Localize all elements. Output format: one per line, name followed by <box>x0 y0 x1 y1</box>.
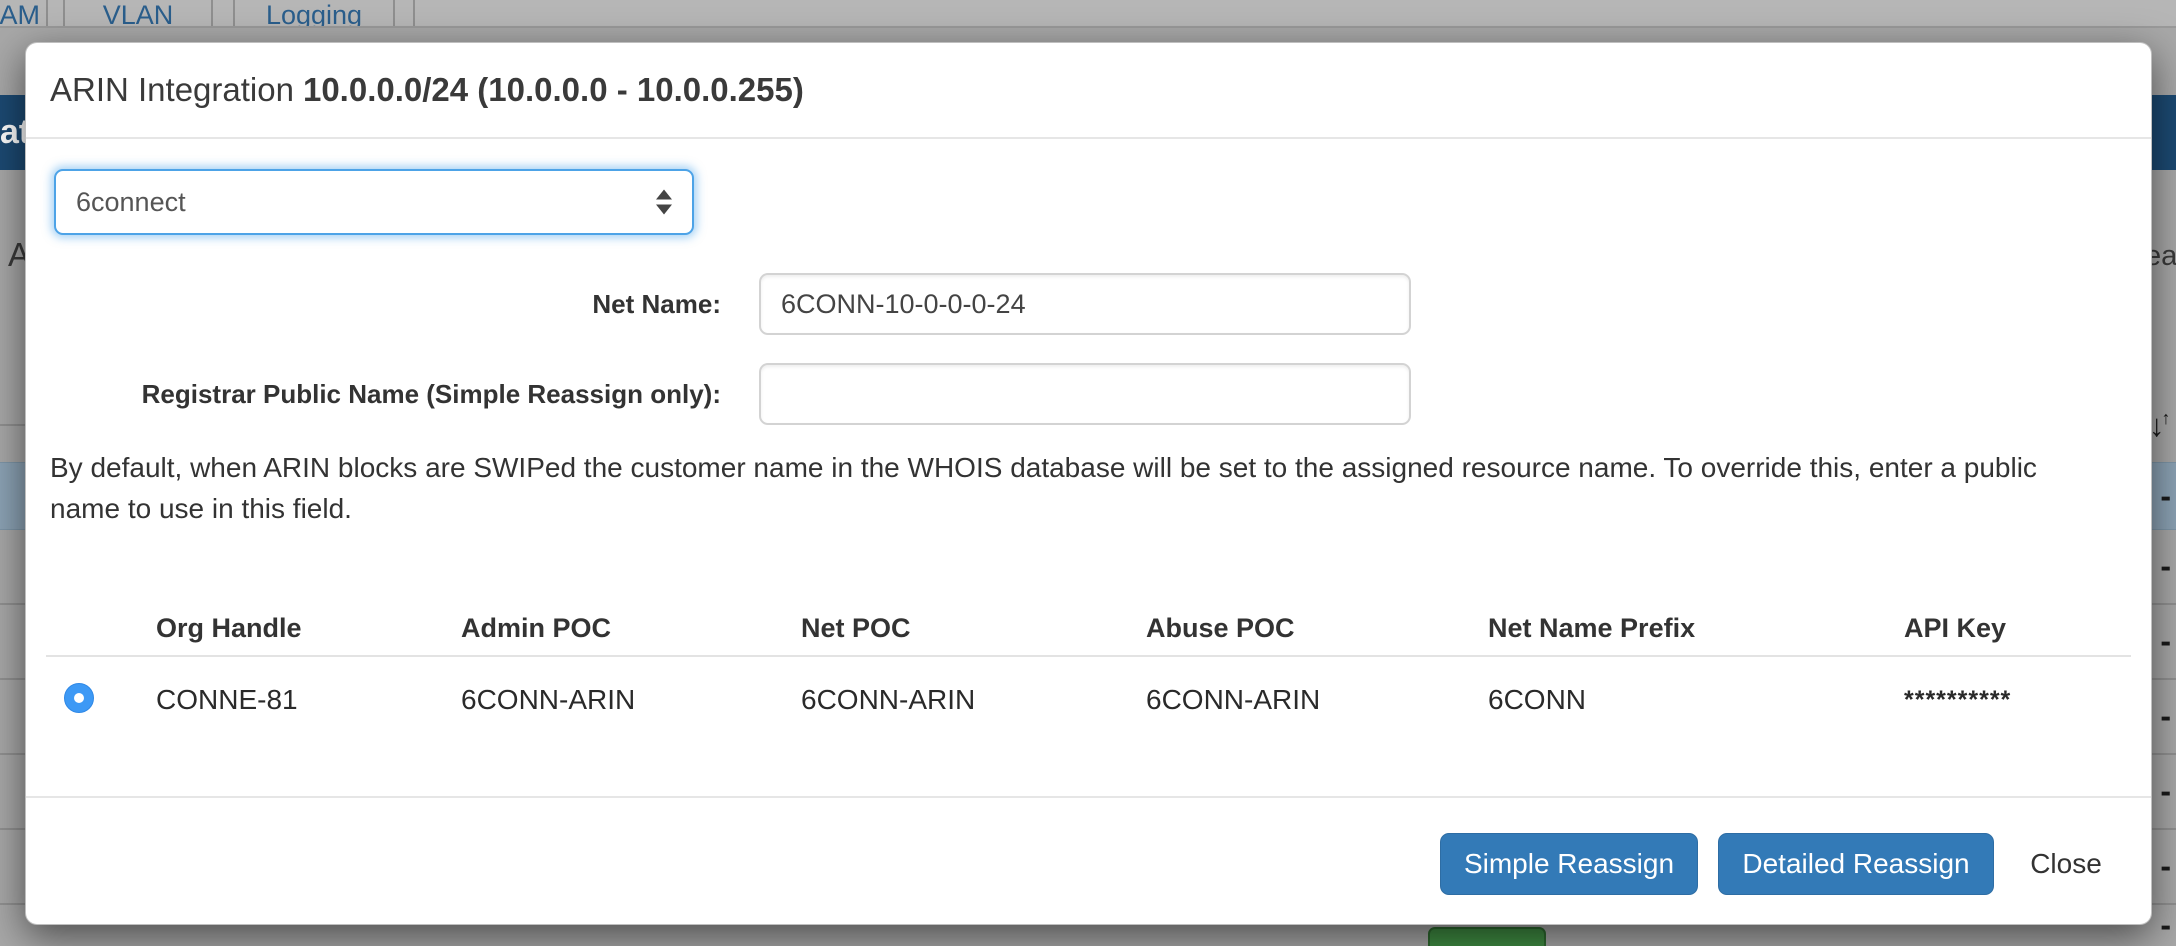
column-header-net-poc: Net POC <box>801 613 911 644</box>
net-name-label: Net Name: <box>176 273 721 335</box>
cell-dash: - <box>2160 463 2171 529</box>
cell-admin-poc: 6CONN-ARIN <box>461 679 635 721</box>
modal-title: ARIN Integration <box>50 71 294 108</box>
column-header-org-handle: Org Handle <box>156 613 302 644</box>
org-row-radio[interactable] <box>64 683 94 713</box>
cell-org-handle: CONNE-81 <box>156 679 298 721</box>
swip-description-text: By default, when ARIN blocks are SWIPed … <box>50 447 2080 529</box>
cell-api-key-masked: ********** <box>1904 679 2011 721</box>
tab-separator <box>413 0 415 26</box>
modal-header: ARIN Integration10.0.0.0/24 (10.0.0.0 - … <box>26 43 2151 139</box>
triangle-down-icon <box>656 205 672 215</box>
integration-select-value: 6connect <box>76 187 186 217</box>
simple-reassign-button[interactable]: Simple Reassign <box>1440 833 1698 895</box>
arrow-up-icon: ↑ <box>2162 408 2171 428</box>
modal-title-subnet: 10.0.0.0/24 (10.0.0.0 - 10.0.0.255) <box>303 71 804 108</box>
cell-net-poc: 6CONN-ARIN <box>801 679 975 721</box>
tab-ipam[interactable]: AM <box>0 0 48 26</box>
cell-dash: - <box>2160 830 2171 903</box>
cell-net-name-prefix: 6CONN <box>1488 679 1586 721</box>
cell-dash: - <box>2160 905 2171 946</box>
registrar-public-name-input[interactable] <box>759 363 1411 425</box>
background-tab-bar: AM VLAN Logging <box>0 0 2176 28</box>
tab-logging[interactable]: Logging <box>233 0 395 26</box>
column-header-net-name-prefix: Net Name Prefix <box>1488 613 1695 644</box>
background-green-button[interactable] <box>1428 927 1546 946</box>
column-header-abuse-poc: Abuse POC <box>1146 613 1295 644</box>
tab-ipam-label: AM <box>0 0 40 26</box>
arin-integration-modal: ARIN Integration10.0.0.0/24 (10.0.0.0 - … <box>25 42 2152 925</box>
net-name-input[interactable] <box>759 273 1411 335</box>
cell-dash: - <box>2160 755 2171 828</box>
integration-select[interactable]: 6connect <box>54 169 694 235</box>
detailed-reassign-button[interactable]: Detailed Reassign <box>1718 833 1994 895</box>
footer-divider <box>26 796 2151 798</box>
cell-abuse-poc: 6CONN-ARIN <box>1146 679 1320 721</box>
background-row-divider <box>0 424 25 426</box>
triangle-up-icon <box>656 190 672 200</box>
select-stepper-icon <box>656 190 672 215</box>
sort-icon[interactable]: ↓↑ <box>2149 408 2171 444</box>
tab-vlan[interactable]: VLAN <box>63 0 213 26</box>
column-header-admin-poc: Admin POC <box>461 613 611 644</box>
table-header-divider <box>46 655 2131 657</box>
tab-logging-label: Logging <box>266 0 362 26</box>
close-button[interactable]: Close <box>2006 833 2126 895</box>
cell-dash: - <box>2160 605 2171 678</box>
column-header-api-key: API Key <box>1904 613 2006 644</box>
cell-dash: - <box>2160 680 2171 753</box>
cell-dash: - <box>2160 530 2171 603</box>
registrar-public-name-label: Registrar Public Name (Simple Reassign o… <box>81 363 721 425</box>
tab-vlan-label: VLAN <box>103 0 174 26</box>
